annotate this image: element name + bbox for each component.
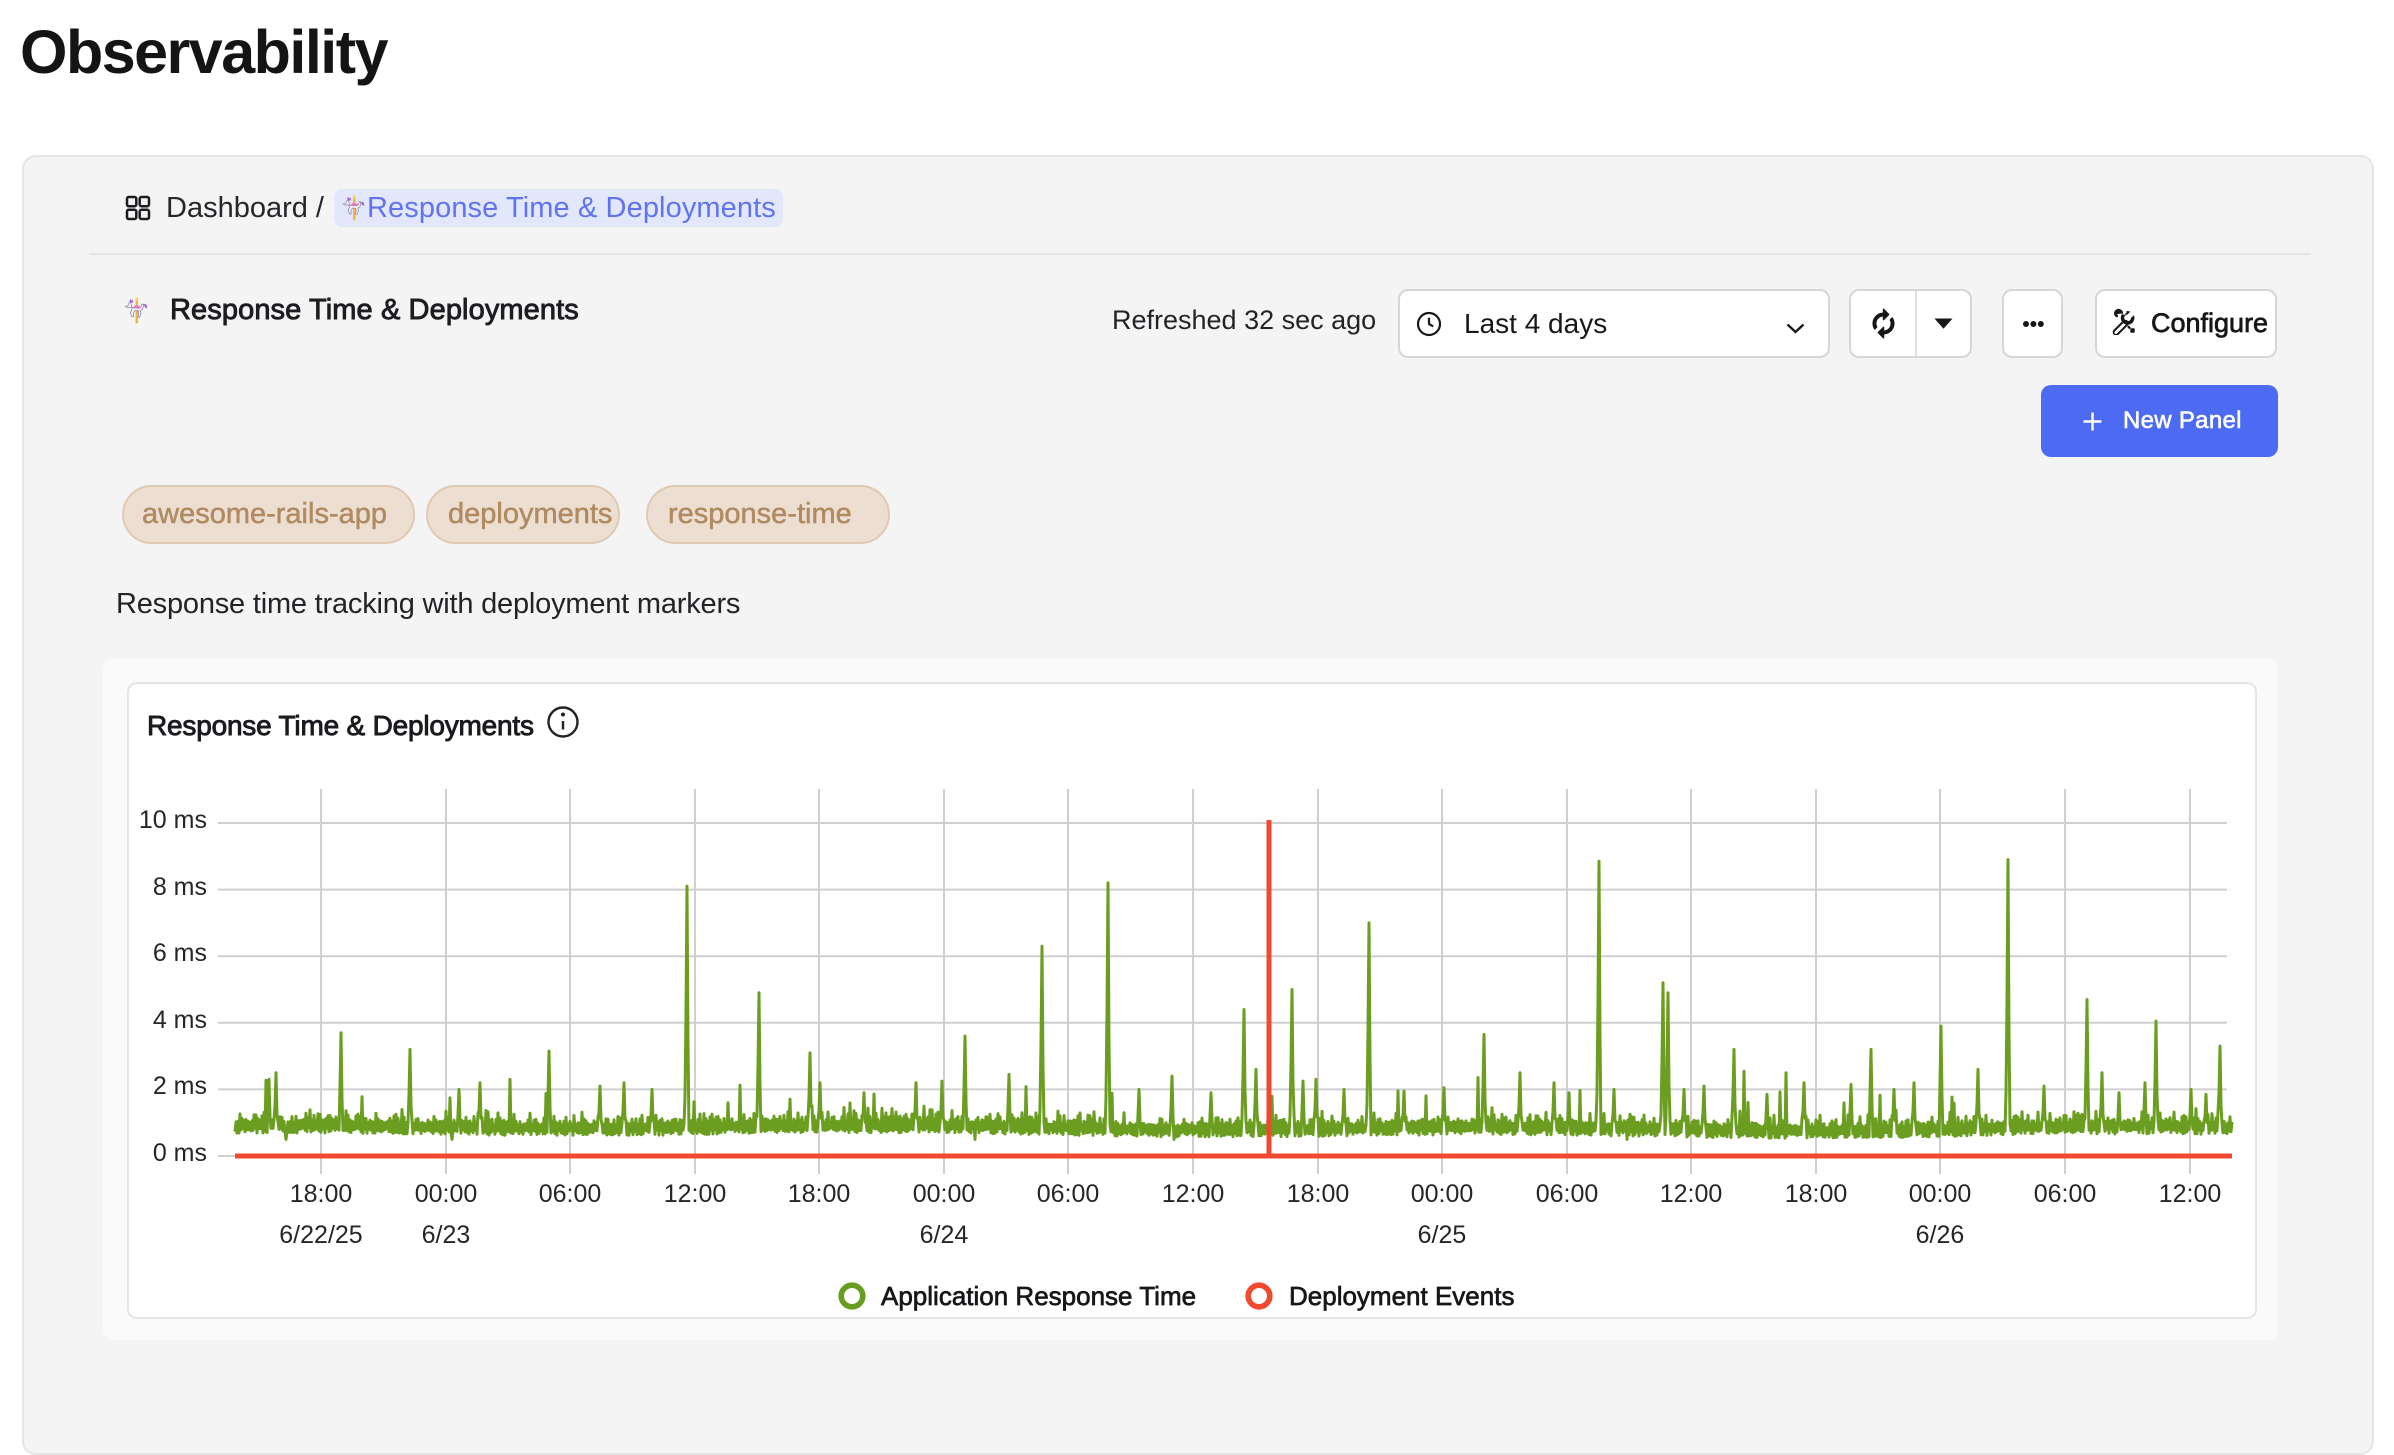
svg-text:06:00: 06:00 (539, 1180, 602, 1208)
svg-text:6/26: 6/26 (1916, 1221, 1965, 1249)
svg-text:6/23: 6/23 (422, 1221, 471, 1249)
svg-text:18:00: 18:00 (1287, 1180, 1350, 1208)
svg-text:8 ms: 8 ms (153, 873, 207, 901)
svg-text:4 ms: 4 ms (153, 1006, 207, 1034)
svg-text:18:00: 18:00 (1785, 1180, 1848, 1208)
svg-text:12:00: 12:00 (664, 1180, 727, 1208)
svg-text:06:00: 06:00 (1536, 1180, 1599, 1208)
svg-text:10 ms: 10 ms (139, 806, 207, 834)
svg-text:6/25: 6/25 (1418, 1221, 1467, 1249)
svg-text:12:00: 12:00 (1660, 1180, 1723, 1208)
svg-text:12:00: 12:00 (1162, 1180, 1225, 1208)
svg-text:Deployment Events: Deployment Events (1289, 1281, 1514, 1311)
svg-text:00:00: 00:00 (415, 1180, 478, 1208)
svg-text:00:00: 00:00 (1411, 1180, 1474, 1208)
svg-text:6 ms: 6 ms (153, 939, 207, 967)
svg-text:0 ms: 0 ms (153, 1139, 207, 1167)
svg-text:00:00: 00:00 (1909, 1180, 1972, 1208)
svg-text:18:00: 18:00 (788, 1180, 851, 1208)
svg-text:Response Time & Deployments: Response Time & Deployments (147, 710, 534, 741)
svg-text:00:00: 00:00 (913, 1180, 976, 1208)
svg-text:6/22/25: 6/22/25 (279, 1221, 362, 1249)
svg-text:12:00: 12:00 (2159, 1180, 2222, 1208)
svg-text:18:00: 18:00 (290, 1180, 353, 1208)
svg-text:Application Response Time: Application Response Time (881, 1281, 1196, 1311)
svg-text:06:00: 06:00 (1037, 1180, 1100, 1208)
svg-text:2 ms: 2 ms (153, 1072, 207, 1100)
svg-text:6/24: 6/24 (920, 1221, 969, 1249)
svg-text:06:00: 06:00 (2034, 1180, 2097, 1208)
